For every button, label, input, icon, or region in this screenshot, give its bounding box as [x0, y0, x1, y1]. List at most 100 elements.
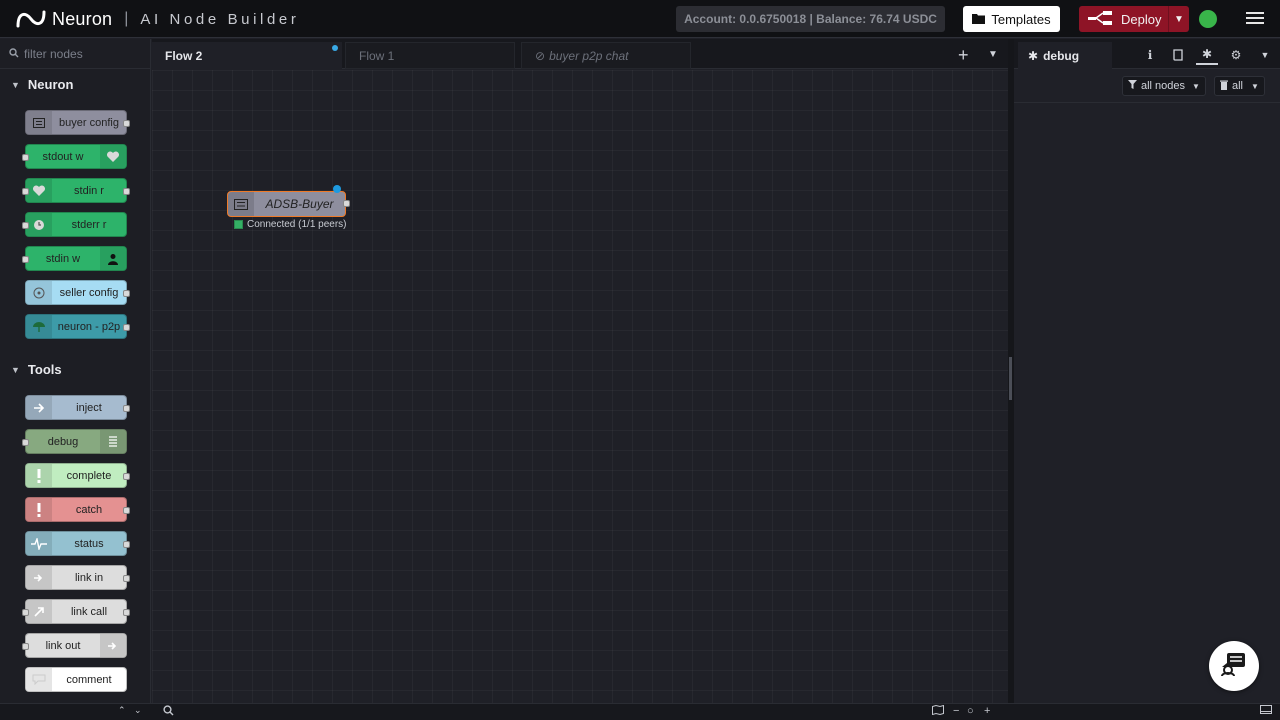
palette-node-inject[interactable]: inject — [25, 395, 130, 420]
gear-icon[interactable]: ⚙ — [1225, 45, 1247, 65]
deploy-main[interactable]: Deploy — [1079, 6, 1169, 32]
node-label: stdin w — [45, 252, 81, 265]
node-label: link out — [45, 639, 81, 652]
palette-node-stdin-r[interactable]: stdin r — [22, 178, 130, 203]
input-port[interactable] — [22, 256, 29, 263]
palette-node-complete[interactable]: complete — [25, 463, 130, 488]
palette-node-link-call[interactable]: link call — [22, 599, 130, 624]
node-label: comment — [66, 673, 112, 686]
templates-button[interactable]: Templates — [963, 6, 1060, 32]
debug-messages — [1014, 103, 1280, 703]
output-port[interactable] — [123, 405, 130, 412]
add-flow-icon[interactable]: + — [958, 45, 969, 66]
sidebar-tabs: ✱ debug ℹ ✱ ⚙ ▼ — [1014, 39, 1280, 69]
category-tools-header[interactable]: ▼ Tools — [0, 354, 150, 385]
exclamation-icon — [26, 498, 52, 521]
chevron-down-icon: ▼ — [1251, 81, 1259, 91]
output-port[interactable] — [123, 188, 130, 195]
input-port[interactable] — [22, 188, 29, 195]
output-port[interactable] — [123, 473, 130, 480]
filter-nodes-input[interactable] — [24, 46, 144, 61]
category-label: Tools — [27, 362, 62, 377]
tab-list-chevron-icon[interactable]: ▼ — [988, 49, 998, 60]
node-label: ADSB-Buyer — [265, 197, 334, 211]
palette-node-catch[interactable]: catch — [25, 497, 130, 522]
input-port[interactable] — [22, 154, 29, 161]
zoom-out-icon[interactable]: − — [953, 705, 959, 717]
header: Neuron | AI Node Builder Account: 0.0.67… — [0, 0, 1280, 38]
zoom-in-icon[interactable]: + — [984, 705, 990, 717]
flow-canvas[interactable]: ADSB-Buyer Connected (1/1 peers) — [152, 70, 1008, 703]
output-port[interactable] — [123, 290, 130, 297]
palette-node-stdin-w[interactable]: stdin w — [22, 246, 127, 271]
node-label: seller config — [59, 286, 119, 299]
input-port[interactable] — [22, 222, 29, 229]
category-tools-nodes: inject debug complete catch status link … — [0, 385, 150, 703]
node-label: neuron - p2p — [57, 320, 121, 333]
palette-node-buyer-config[interactable]: buyer config — [25, 110, 130, 135]
filter-all-nodes-button[interactable]: all nodes ▼ — [1122, 76, 1206, 96]
tab-flow-2[interactable]: Flow 2 — [152, 42, 342, 69]
tab-debug[interactable]: ✱ debug — [1018, 42, 1112, 69]
umbrella-icon — [26, 315, 52, 338]
output-port[interactable] — [123, 609, 130, 616]
chevron-down-icon: ▼ — [11, 79, 20, 90]
deploy-menu-chevron-icon[interactable]: ▼ — [1169, 14, 1189, 25]
deploy-icon — [1088, 10, 1112, 28]
output-port[interactable] — [343, 200, 350, 207]
sidebar: ✱ debug ℹ ✱ ⚙ ▼ all nodes ▼ all ▼ — [1014, 39, 1280, 703]
chevron-down-icon[interactable]: ▼ — [1254, 45, 1276, 65]
node-label: buyer config — [59, 116, 119, 129]
palette-node-status[interactable]: status — [25, 531, 130, 556]
tab-buyer-p2p-chat[interactable]: ⊘ buyer p2p chat — [521, 42, 691, 69]
filter-nodes[interactable] — [0, 39, 150, 69]
deploy-label: Deploy — [1121, 11, 1162, 27]
node-label: catch — [75, 503, 103, 516]
chat-assistant-button[interactable] — [1209, 641, 1259, 691]
palette-node-debug[interactable]: debug — [22, 429, 127, 454]
palette-node-stdout-w[interactable]: stdout w — [22, 144, 127, 169]
output-port[interactable] — [123, 120, 130, 127]
search-icon[interactable] — [163, 705, 174, 719]
palette-node-stderr-r[interactable]: stderr r — [22, 212, 127, 237]
clear-messages-button[interactable]: all ▼ — [1214, 76, 1265, 96]
palette-node-link-in[interactable]: link in — [25, 565, 130, 590]
chat-icon — [1219, 651, 1249, 682]
trash-icon — [1220, 80, 1228, 93]
input-port[interactable] — [22, 609, 29, 616]
collapse-all-icon[interactable]: ⌃ — [118, 705, 126, 716]
expand-all-icon[interactable]: ⌄ — [134, 705, 142, 716]
category-neuron-header[interactable]: ▼ Neuron — [0, 69, 150, 100]
main-menu-icon[interactable] — [1244, 9, 1266, 29]
node-palette: ▼ Neuron buyer config stdout w stdin r s… — [0, 39, 151, 703]
arrow-in-icon — [26, 396, 52, 419]
app-subtitle: AI Node Builder — [140, 10, 300, 28]
tab-flow-1[interactable]: Flow 1 — [345, 42, 515, 69]
bug-icon: ✱ — [1028, 48, 1039, 63]
output-port[interactable] — [123, 324, 130, 331]
input-port[interactable] — [22, 439, 29, 446]
splitter-grip[interactable] — [1009, 357, 1012, 400]
bug-icon[interactable]: ✱ — [1196, 45, 1218, 65]
flow-node-adsb-buyer[interactable]: ADSB-Buyer — [227, 185, 350, 217]
brand[interactable]: Neuron | AI Node Builder — [16, 8, 299, 30]
palette-node-seller-config[interactable]: seller config — [25, 280, 130, 305]
output-port[interactable] — [123, 541, 130, 548]
palette-node-link-out[interactable]: link out — [22, 633, 127, 658]
info-icon[interactable]: ℹ — [1139, 45, 1161, 65]
node-label: inject — [76, 401, 102, 414]
sidebar-toggle-icon[interactable] — [1260, 705, 1272, 718]
footer: ⌃ ⌄ − ○ + — [0, 703, 1280, 720]
output-port[interactable] — [123, 575, 130, 582]
palette-node-neuron-p2p[interactable]: neuron - p2p — [25, 314, 130, 339]
palette-node-comment[interactable]: comment — [25, 667, 127, 692]
deploy-button[interactable]: Deploy ▼ — [1079, 6, 1189, 32]
book-icon[interactable] — [1167, 45, 1189, 65]
status-indicator — [234, 220, 243, 229]
input-port[interactable] — [22, 643, 29, 650]
tab-label: Flow 1 — [359, 48, 395, 63]
map-icon[interactable] — [932, 704, 944, 718]
exclamation-icon — [26, 464, 52, 487]
output-port[interactable] — [123, 507, 130, 514]
zoom-reset-icon[interactable]: ○ — [967, 705, 974, 717]
